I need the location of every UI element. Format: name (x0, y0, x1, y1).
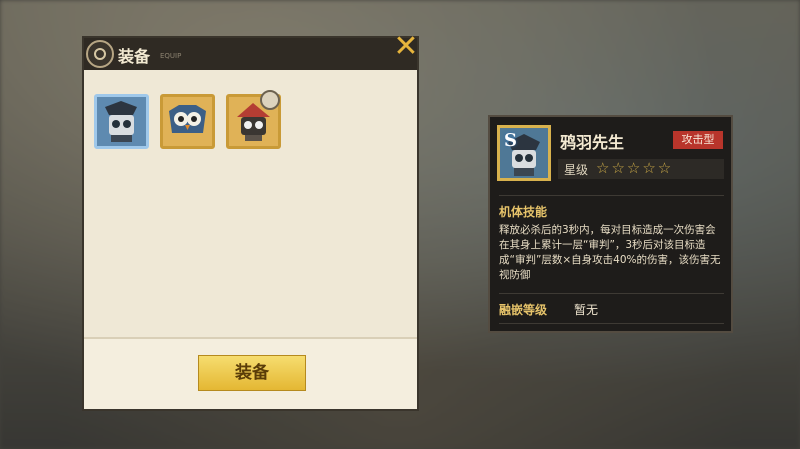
mech-info-panel: S 鸦羽先生 攻击型 星级 ☆☆☆☆☆ 机体技能 释放必杀后的3秒内，每对目标造… (488, 115, 733, 333)
divider (499, 293, 724, 294)
mech-portrait: S (497, 125, 551, 181)
equip-slot-2[interactable] (160, 94, 215, 149)
rank-badge: S (504, 130, 517, 151)
divider (499, 195, 724, 196)
gear-icon (86, 40, 114, 68)
equip-button[interactable]: 装备 (198, 355, 306, 391)
skill-title: 机体技能 (499, 205, 548, 219)
equip-slot-1[interactable] (94, 94, 149, 149)
equip-subtitle: EQUIP (160, 52, 182, 60)
fusion-value: 暂无 (574, 303, 599, 317)
equip-header: 装备 EQUIP (84, 38, 417, 70)
mech-name: 鸦羽先生 (560, 133, 625, 152)
type-tag: 攻击型 (673, 131, 723, 149)
close-icon[interactable]: ✕ (392, 32, 420, 62)
crow-mech-icon (97, 97, 146, 146)
skill-description: 释放必杀后的3秒内，每对目标造成一次伤害会在其身上累计一层“审判”，3秒后对该目… (499, 224, 721, 281)
equip-footer: 装备 (84, 337, 417, 409)
fusion-label: 融嵌等级 (499, 303, 548, 317)
equip-panel: 装备 EQUIP 装备 (82, 36, 419, 411)
equip-title: 装备 (118, 47, 151, 66)
star-label: 星级 (564, 163, 589, 177)
star-rating: ☆☆☆☆☆ (596, 159, 674, 177)
divider (499, 323, 724, 324)
star-row: 星级 ☆☆☆☆☆ (558, 159, 724, 179)
owl-drone-icon (163, 97, 212, 146)
refresh-badge-icon (260, 90, 280, 110)
